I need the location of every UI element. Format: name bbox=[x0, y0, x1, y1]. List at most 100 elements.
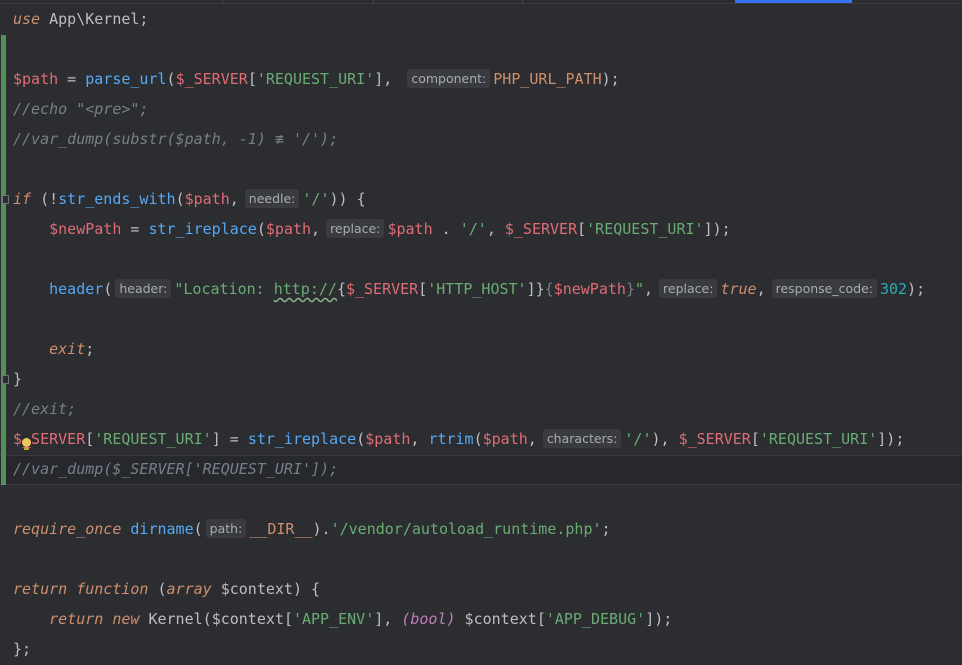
punctuation: { bbox=[544, 280, 554, 298]
string: '/' bbox=[624, 430, 652, 448]
namespace: App\Kernel; bbox=[40, 10, 149, 28]
keyword: return bbox=[13, 580, 68, 598]
string: 'REQUEST_URI' bbox=[586, 220, 704, 238]
editor-gutter bbox=[0, 0, 10, 665]
punctuation: [ bbox=[283, 610, 293, 628]
variable: $path bbox=[13, 70, 59, 88]
code-line-5[interactable]: //var_dump(substr($path, -1) ≢ '/'); bbox=[13, 124, 338, 154]
change-marker[interactable] bbox=[1, 35, 6, 485]
parameter-hint: response_code: bbox=[771, 279, 877, 298]
parameter-hint: replace: bbox=[326, 219, 385, 238]
punctuation: { bbox=[336, 280, 346, 298]
code-line-14[interactable]: //exit; bbox=[13, 394, 76, 424]
comment: //var_dump(substr($path, -1) ≢ '/'); bbox=[13, 130, 339, 148]
parameter: $context bbox=[211, 580, 293, 598]
fold-icon[interactable] bbox=[2, 195, 9, 204]
code-line-8[interactable]: $newPath = str_ireplace($path, replace: $p… bbox=[13, 214, 731, 244]
code-line-16[interactable]: //var_dump($_SERVER['REQUEST_URI']); bbox=[13, 454, 338, 484]
punctuation: ); bbox=[907, 280, 926, 298]
punctuation: ], bbox=[374, 70, 402, 88]
string: 'REQUEST_URI' bbox=[256, 70, 375, 88]
url-link[interactable]: http:// bbox=[274, 280, 337, 298]
punctuation: ; bbox=[601, 520, 611, 538]
keyword: require_once bbox=[13, 520, 122, 538]
code-line-21[interactable]: return new Kernel($context['APP_ENV'], (… bbox=[13, 604, 672, 634]
string: " bbox=[634, 280, 644, 298]
code-line-4[interactable]: //echo "<pre>"; bbox=[13, 94, 148, 124]
parameter-hint: characters: bbox=[542, 429, 622, 448]
code-line-3[interactable]: $path = parse_url($_SERVER['REQUEST_URI'… bbox=[13, 64, 620, 94]
code-line-15[interactable]: $_SERVER['REQUEST_URI'] = str_ireplace($… bbox=[13, 424, 904, 454]
variable: $path bbox=[365, 430, 411, 448]
punctuation: [ bbox=[247, 70, 257, 88]
operator: = bbox=[58, 70, 86, 88]
punctuation: ] bbox=[526, 280, 536, 298]
punctuation: [ bbox=[750, 430, 760, 448]
keyword: return bbox=[49, 610, 104, 628]
punctuation: [ bbox=[577, 220, 587, 238]
punctuation: ) { bbox=[292, 580, 321, 598]
string: 'REQUEST_URI' bbox=[94, 430, 212, 448]
keyword: true bbox=[720, 280, 757, 298]
code-line-7[interactable]: if (!str_ends_with($path, needle: '/')) { bbox=[13, 184, 366, 214]
punctuation: ( bbox=[193, 520, 203, 538]
code-line-12[interactable]: exit; bbox=[13, 334, 94, 364]
code-line-22[interactable]: }; bbox=[13, 634, 31, 664]
variable: $_SERVER bbox=[13, 430, 86, 448]
string: '/' bbox=[302, 190, 330, 208]
variable: $context bbox=[455, 610, 537, 628]
punctuation: } bbox=[625, 280, 635, 298]
code-line-20[interactable]: return function (array $context) { bbox=[13, 574, 320, 604]
variable: $path bbox=[184, 190, 230, 208]
string: 'APP_ENV' bbox=[292, 610, 375, 628]
punctuation: )) { bbox=[329, 190, 366, 208]
punctuation: }; bbox=[13, 640, 32, 658]
code-line-18[interactable]: require_once dirname(path: __DIR__).'/ven… bbox=[13, 514, 611, 544]
punctuation: , bbox=[229, 190, 239, 208]
comment: //exit; bbox=[13, 400, 77, 418]
active-tab-indicator[interactable] bbox=[735, 0, 852, 3]
variable: $context bbox=[211, 610, 284, 628]
function-name: rtrim bbox=[428, 430, 474, 448]
keyword: if bbox=[13, 190, 32, 208]
variable: $_SERVER bbox=[175, 70, 248, 88]
punctuation: ; bbox=[85, 340, 95, 358]
comment: //echo "<pre>"; bbox=[13, 100, 149, 118]
punctuation: } bbox=[13, 370, 23, 388]
keyword: new bbox=[112, 610, 140, 628]
punctuation: ); bbox=[601, 70, 620, 88]
punctuation: ]); bbox=[645, 610, 673, 628]
parameter-hint: component: bbox=[407, 69, 491, 88]
tab-separator bbox=[522, 0, 523, 4]
function-name: parse_url bbox=[85, 70, 167, 88]
code-line-1[interactable]: use App\Kernel; bbox=[13, 4, 148, 34]
punctuation: ]); bbox=[877, 430, 905, 448]
variable: $newPath bbox=[49, 220, 122, 238]
code-line-13[interactable]: } bbox=[13, 364, 22, 394]
variable: $newPath bbox=[553, 280, 626, 298]
punctuation: , bbox=[311, 220, 321, 238]
variable: $path bbox=[265, 220, 312, 238]
constant: PHP_URL_PATH bbox=[493, 70, 602, 88]
code-line-10[interactable]: header(header: "Location: http://{$_SERVE… bbox=[13, 274, 925, 304]
punctuation: , bbox=[527, 430, 537, 448]
fold-icon[interactable] bbox=[2, 375, 9, 384]
code-editor[interactable]: use App\Kernel; $path = parse_url($_SERV… bbox=[0, 0, 962, 665]
constant: __DIR__ bbox=[249, 520, 313, 538]
parameter-hint: needle: bbox=[244, 189, 300, 208]
operator: ] = bbox=[211, 430, 248, 448]
string: '/vendor/autoload_runtime.php' bbox=[330, 520, 602, 538]
operator: = bbox=[121, 220, 149, 238]
punctuation: ). bbox=[312, 520, 331, 538]
parameter-hint: path: bbox=[205, 519, 247, 538]
type-cast: (bool) bbox=[401, 610, 456, 628]
keyword: use bbox=[13, 10, 41, 28]
punctuation: , bbox=[756, 280, 766, 298]
punctuation: [ bbox=[85, 430, 95, 448]
parameter-hint: replace: bbox=[659, 279, 718, 298]
punctuation: ( bbox=[175, 190, 185, 208]
variable: $_SERVER bbox=[504, 220, 578, 238]
